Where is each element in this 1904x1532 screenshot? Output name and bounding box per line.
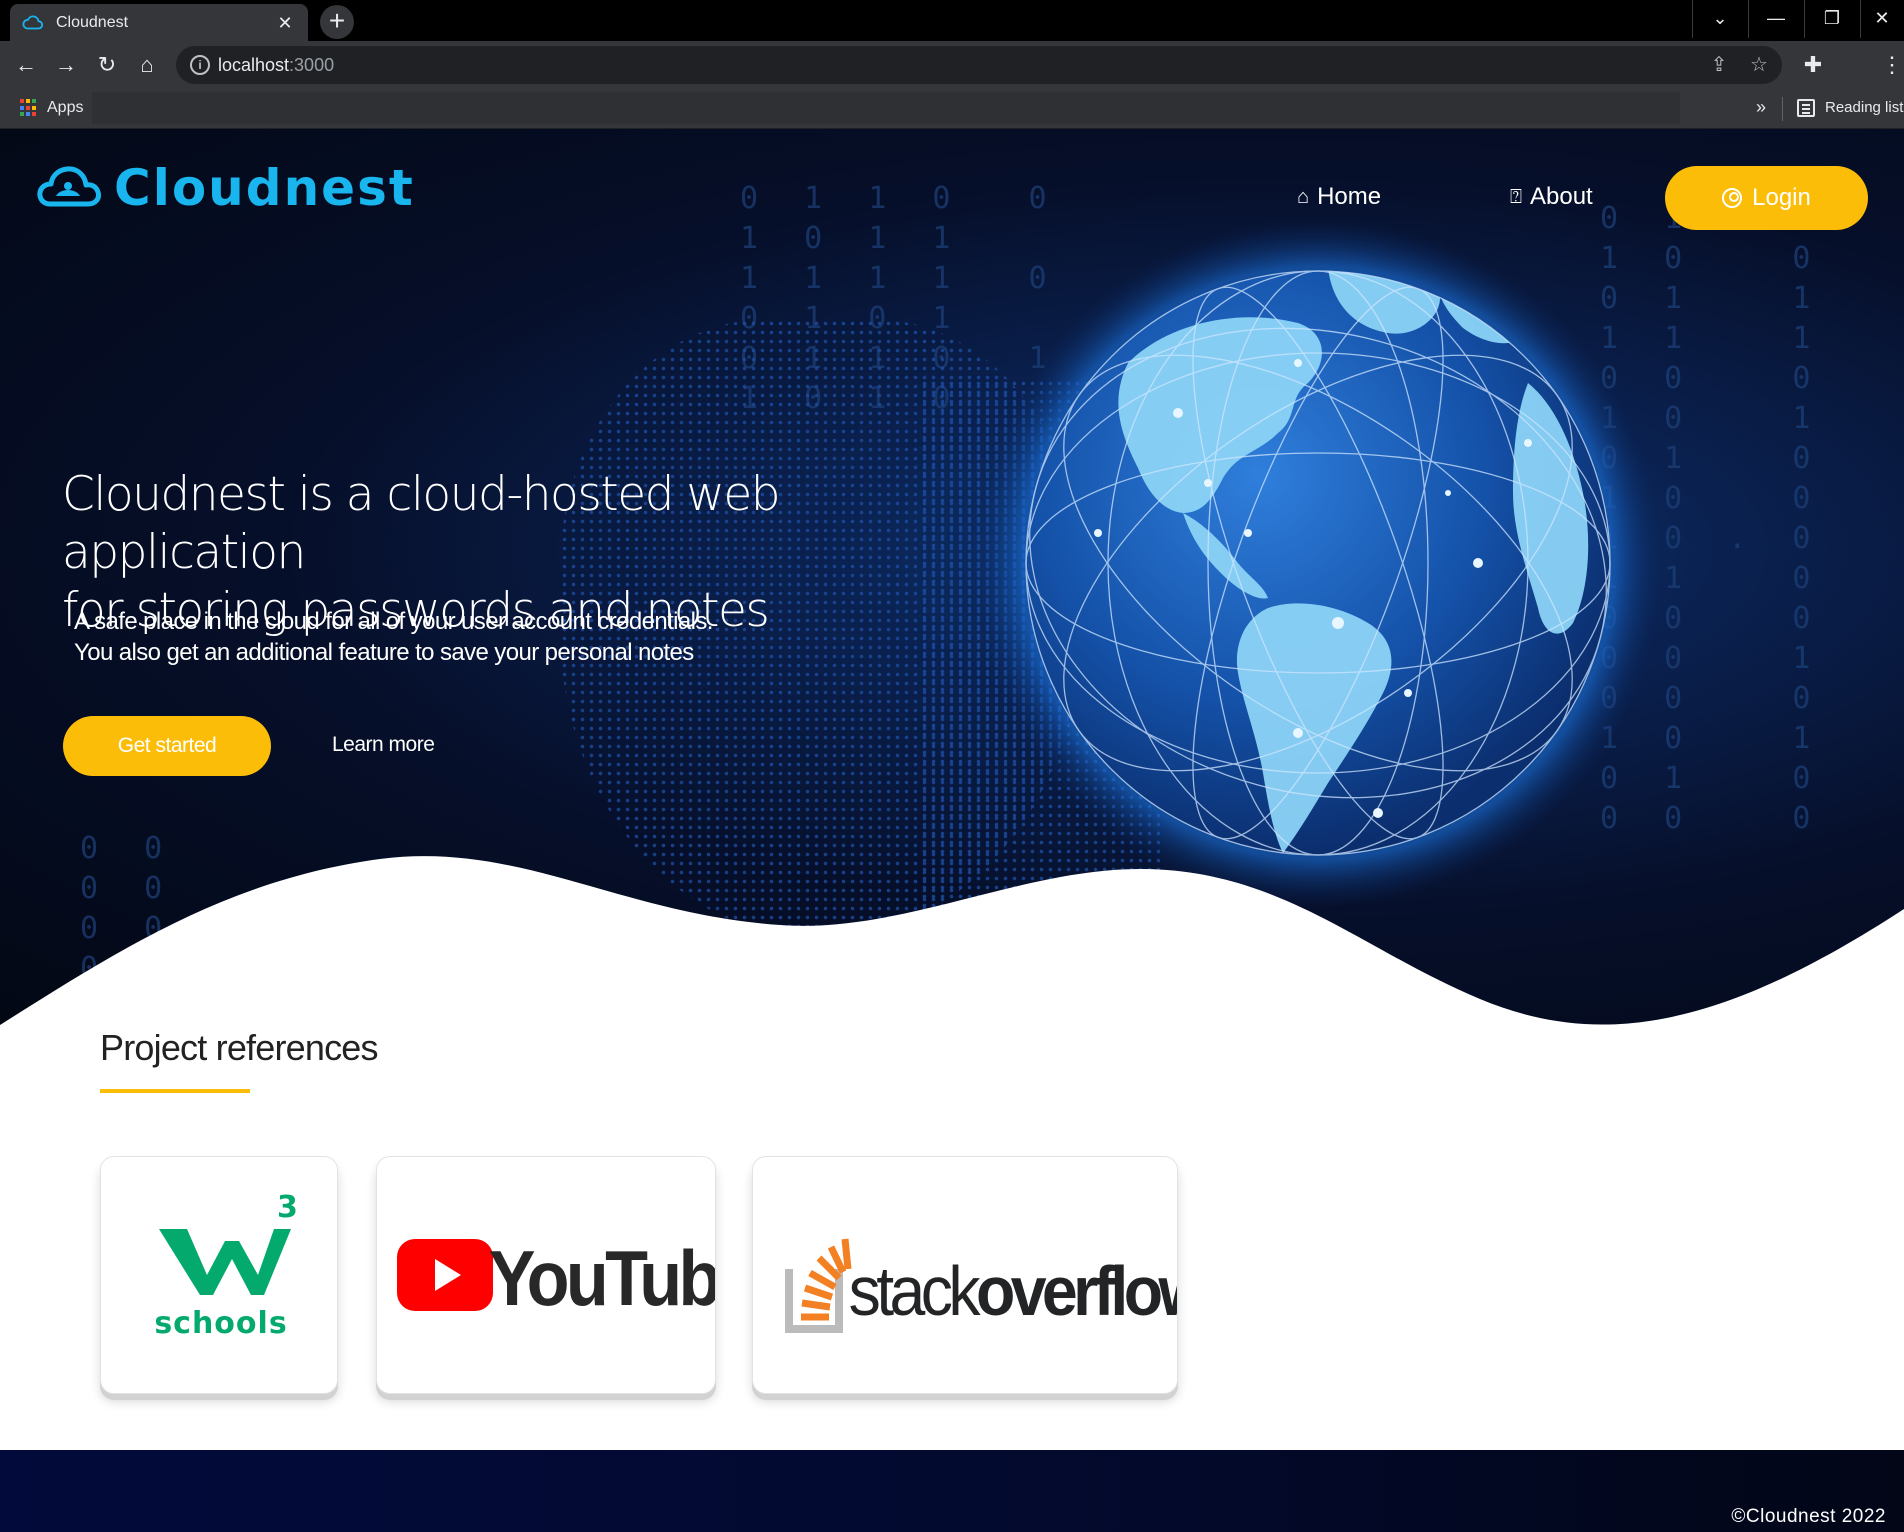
tab-search-icon[interactable]: ⌄ — [1692, 0, 1748, 38]
close-window-button[interactable]: ✕ — [1860, 0, 1904, 38]
url-text: localhost:3000 — [218, 55, 334, 76]
new-tab-button[interactable]: + — [320, 5, 354, 39]
apps-shortcut[interactable]: Apps — [47, 99, 83, 117]
w3schools-superscript: 3 — [277, 1190, 298, 1225]
hero-section: 0 1 1 0 0 1 0 1 1 1 1 1 1 0 0 1 0 1 0 1 … — [0, 129, 1904, 1029]
reference-card-stackoverflow[interactable]: stackoverflow — [752, 1156, 1178, 1394]
nav-home-link[interactable]: ⌂ Home — [1297, 183, 1381, 211]
tab-close-icon[interactable]: ✕ — [274, 12, 296, 34]
browser-tab[interactable]: Cloudnest ✕ — [10, 4, 308, 41]
reading-list-icon[interactable] — [1797, 99, 1815, 117]
back-button[interactable]: ← — [10, 49, 42, 81]
hero-wave-divider — [0, 856, 1904, 1029]
address-bar[interactable]: i localhost:3000 ⇪ ☆ — [176, 46, 1782, 84]
w3schools-logo: 3 schools — [154, 1190, 298, 1341]
hero-subtitle: A safe place in the cloud for all of you… — [74, 606, 713, 668]
share-icon[interactable]: ⇪ — [1706, 52, 1732, 78]
login-button[interactable]: Login — [1665, 166, 1868, 230]
reference-card-youtube[interactable]: YouTube — [376, 1156, 716, 1394]
nav-about-label: About — [1530, 183, 1593, 210]
hero-subtitle-line1: A safe place in the cloud for all of you… — [74, 608, 713, 635]
apps-grid-icon[interactable] — [20, 99, 38, 117]
webpage: 0 1 1 0 0 1 0 1 1 1 1 1 1 0 0 1 0 1 0 1 … — [0, 129, 1904, 1532]
nav-home-label: Home — [1317, 183, 1382, 210]
youtube-wordmark: YouTube — [489, 1235, 716, 1322]
browser-menu-icon[interactable]: ⋮ — [1876, 49, 1904, 81]
restore-button[interactable]: ❐ — [1804, 0, 1860, 38]
nav-about-link[interactable]: ⍰ About — [1510, 183, 1593, 211]
bookmark-star-icon[interactable]: ☆ — [1746, 52, 1772, 78]
w3schools-wordmark: schools — [154, 1306, 287, 1341]
bookmarks-separator — [1782, 97, 1783, 121]
stackoverflow-logo: stackoverflow — [785, 1238, 1178, 1333]
bookmarks-bar: Apps » Reading list — [0, 89, 1904, 129]
reference-card-w3schools[interactable]: 3 schools — [100, 1156, 338, 1394]
brand-name: Cloudnest — [114, 159, 415, 217]
stackoverflow-wordmark: stackoverflow — [849, 1253, 1178, 1331]
footer-copyright: ©Cloudnest 2022 — [1731, 1506, 1886, 1527]
cloud-logo-icon — [37, 166, 101, 207]
stackoverflow-wordmark-light: stack — [849, 1253, 981, 1331]
extensions-icon[interactable]: ✚ — [1797, 49, 1829, 81]
tab-title: Cloudnest — [56, 13, 129, 31]
reading-list-button[interactable]: Reading list — [1825, 99, 1903, 116]
home-icon: ⌂ — [1297, 185, 1310, 208]
cloud-favicon-icon — [22, 15, 44, 29]
url-host: localhost — [218, 55, 290, 75]
browser-toolbar: ← → ↻ ⌂ i localhost:3000 ⇪ ☆ ✚ ⋮ — [0, 41, 1904, 89]
site-logo[interactable]: Cloudnest — [36, 159, 415, 217]
more-bookmarks-button[interactable]: » — [1756, 97, 1766, 118]
question-circle-icon: ⍰ — [1510, 185, 1522, 208]
references-title: Project references — [100, 1027, 379, 1068]
user-circle-icon — [1722, 188, 1743, 208]
site-info-icon[interactable]: i — [190, 55, 210, 75]
forward-button[interactable]: → — [50, 49, 82, 81]
reload-button[interactable]: ↻ — [91, 49, 123, 81]
login-label: Login — [1752, 184, 1811, 211]
browser-tab-strip: Cloudnest ✕ + ⌄ — ❐ ✕ — [0, 0, 1904, 41]
hero-headline-line1: Cloudnest is a cloud-hosted web applicat… — [62, 467, 781, 580]
home-browser-button[interactable]: ⌂ — [131, 49, 163, 81]
bookmarks-area — [92, 92, 1680, 124]
hero-subtitle-line2: You also get an additional feature to sa… — [74, 639, 694, 666]
minimize-button[interactable]: — — [1748, 0, 1804, 38]
site-footer: ©Cloudnest 2022 — [0, 1450, 1904, 1532]
stackoverflow-wordmark-bold: overflow — [976, 1253, 1178, 1331]
title-underline — [100, 1089, 250, 1093]
url-port: :3000 — [289, 55, 335, 75]
youtube-logo: YouTube — [397, 1235, 716, 1322]
